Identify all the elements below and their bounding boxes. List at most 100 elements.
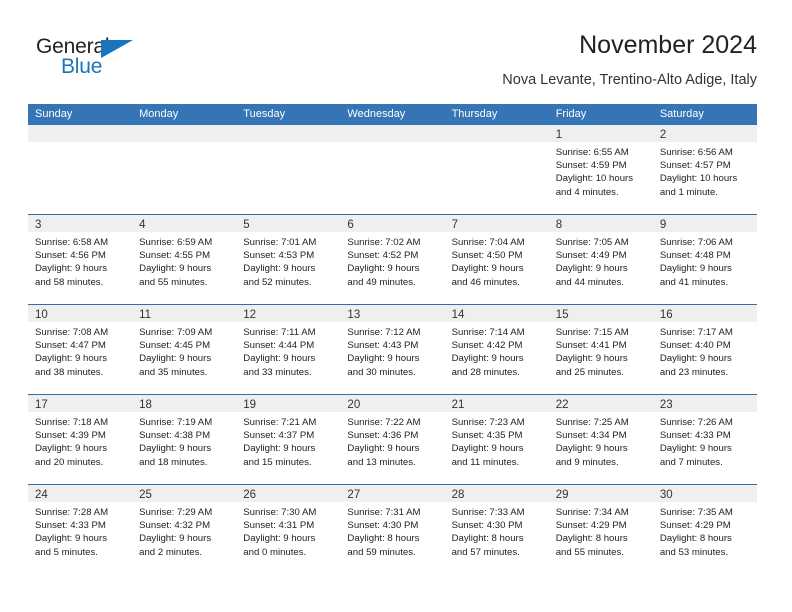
calendar-day-cell[interactable]: 4 Sunrise: 6:59 AM Sunset: 4:55 PM Daylight…	[132, 215, 237, 304]
sunrise-time: Sunrise: 7:26 AM	[659, 417, 733, 428]
day-number: 19	[243, 399, 257, 411]
calendar-day-cell[interactable]: 9 Sunrise: 7:06 AM Sunset: 4:48 PM Daylight…	[652, 215, 757, 304]
daylight-duration-line2: and 38 minutes.	[35, 366, 104, 378]
sunset-time: Sunset: 4:33 PM	[35, 520, 106, 532]
daylight-duration-line1: Daylight: 9 hours	[35, 353, 107, 365]
daylight-duration-line1: Daylight: 9 hours	[555, 443, 628, 455]
day-sun-info: Sunrise: 7:33 AM Sunset: 4:30 PM Daylight:…	[445, 502, 549, 559]
calendar-week-row: 1 Sunrise: 6:55 AM Sunset: 4:59 PM Daylight…	[28, 125, 757, 214]
sunset-time: Sunset: 4:45 PM	[139, 340, 211, 352]
weekday-header-tuesday: Tuesday	[243, 108, 286, 120]
calendar-day-cell[interactable]: 22 Sunrise: 7:25 AM Sunset: 4:34 PM Dayligh…	[548, 395, 653, 484]
sunrise-time: Sunrise: 7:21 AM	[243, 417, 317, 428]
day-number-band: 15	[548, 305, 653, 322]
sunset-time: Sunset: 4:32 PM	[139, 520, 211, 532]
calendar-day-cell[interactable]: 29 Sunrise: 7:34 AM Sunset: 4:29 PM Dayligh…	[548, 485, 653, 574]
calendar-day-cell[interactable]: 26 Sunrise: 7:30 AM Sunset: 4:31 PM Dayligh…	[236, 485, 341, 574]
sunrise-time: Sunrise: 6:55 AM	[555, 147, 629, 158]
calendar-day-cell[interactable]: 27 Sunrise: 7:31 AM Sunset: 4:30 PM Dayligh…	[340, 485, 445, 574]
calendar-day-cell[interactable]: 7 Sunrise: 7:04 AM Sunset: 4:50 PM Daylight…	[444, 215, 549, 304]
daylight-duration-line1: Daylight: 9 hours	[659, 353, 732, 365]
daylight-duration-line2: and 15 minutes.	[243, 456, 312, 468]
page-header: General Blue November 2024 Nova Levante,…	[0, 0, 792, 100]
calendar-day-cell[interactable]: 17 Sunrise: 7:18 AM Sunset: 4:39 PM Dayligh…	[28, 395, 133, 484]
daylight-duration-line2: and 55 minutes.	[139, 276, 208, 288]
calendar-day-cell[interactable]: 6 Sunrise: 7:02 AM Sunset: 4:52 PM Daylight…	[340, 215, 445, 304]
daylight-duration-line2: and 30 minutes.	[347, 366, 416, 378]
calendar-day-cell[interactable]: 11 Sunrise: 7:09 AM Sunset: 4:45 PM Dayligh…	[132, 305, 237, 394]
calendar-day-cell[interactable]: 16 Sunrise: 7:17 AM Sunset: 4:40 PM Dayligh…	[652, 305, 757, 394]
day-sun-info: Sunrise: 7:15 AM Sunset: 4:41 PM Daylight:…	[549, 322, 653, 379]
page-title: November 2024	[579, 31, 757, 59]
day-number: 17	[35, 399, 48, 411]
calendar-day-cell[interactable]: 20 Sunrise: 7:22 AM Sunset: 4:36 PM Dayligh…	[340, 395, 445, 484]
weekday-header-row: Sunday Monday Tuesday Wednesday Thursday…	[28, 104, 757, 125]
calendar-day-cell[interactable]: 2 Sunrise: 6:56 AM Sunset: 4:57 PM Daylight…	[652, 125, 757, 214]
calendar-day-cell[interactable]: 18 Sunrise: 7:19 AM Sunset: 4:38 PM Dayligh…	[132, 395, 237, 484]
calendar-day-cell[interactable]: 8 Sunrise: 7:05 AM Sunset: 4:49 PM Daylight…	[548, 215, 653, 304]
daylight-duration-line1: Daylight: 9 hours	[243, 263, 316, 275]
daylight-duration-line1: Daylight: 8 hours	[347, 533, 420, 545]
daylight-duration-line1: Daylight: 8 hours	[451, 533, 524, 545]
day-sun-info: Sunrise: 7:09 AM Sunset: 4:45 PM Daylight:…	[132, 322, 236, 379]
sunset-time: Sunset: 4:44 PM	[243, 340, 315, 352]
day-number-band: 24	[28, 485, 133, 502]
sunset-time: Sunset: 4:31 PM	[243, 520, 315, 532]
daylight-duration-line2: and 55 minutes.	[555, 546, 624, 558]
daylight-duration-line2: and 49 minutes.	[347, 276, 416, 288]
day-sun-info: Sunrise: 6:59 AM Sunset: 4:55 PM Daylight:…	[132, 232, 236, 289]
day-number: 30	[659, 489, 673, 501]
daylight-duration-line1: Daylight: 10 hours	[555, 173, 634, 185]
calendar-day-cell[interactable]: 19 Sunrise: 7:21 AM Sunset: 4:37 PM Dayligh…	[236, 395, 341, 484]
daylight-duration-line2: and 41 minutes.	[659, 276, 729, 288]
day-sun-info: Sunrise: 7:02 AM Sunset: 4:52 PM Daylight:…	[340, 232, 444, 289]
day-number: 29	[555, 489, 569, 501]
calendar-day-cell[interactable]: 15 Sunrise: 7:15 AM Sunset: 4:41 PM Dayligh…	[548, 305, 653, 394]
calendar-day-cell[interactable]: 10 Sunrise: 7:08 AM Sunset: 4:47 PM Dayligh…	[28, 305, 133, 394]
sunset-time: Sunset: 4:52 PM	[347, 250, 419, 262]
calendar-day-cell[interactable]: 23 Sunrise: 7:26 AM Sunset: 4:33 PM Dayligh…	[652, 395, 757, 484]
calendar-day-cell[interactable]: 3 Sunrise: 6:58 AM Sunset: 4:56 PM Daylight…	[28, 215, 133, 304]
calendar-day-cell[interactable]: 1 Sunrise: 6:55 AM Sunset: 4:59 PM Daylight…	[548, 125, 653, 214]
day-number-band: 7	[444, 215, 549, 232]
sunrise-time: Sunrise: 7:35 AM	[659, 507, 733, 518]
sunrise-time: Sunrise: 7:30 AM	[243, 507, 317, 518]
day-sun-info: Sunrise: 7:06 AM Sunset: 4:48 PM Daylight:…	[653, 232, 757, 289]
title-block: November 2024 Nova Levante, Trentino-Alt…	[502, 30, 757, 90]
day-number-band: 1	[548, 125, 653, 142]
daylight-duration-line2: and 7 minutes.	[659, 456, 723, 468]
daylight-duration-line1: Daylight: 9 hours	[555, 353, 628, 365]
calendar-day-cell[interactable]: 30 Sunrise: 7:35 AM Sunset: 4:29 PM Dayligh…	[652, 485, 757, 574]
calendar-day-cell[interactable]: 25 Sunrise: 7:29 AM Sunset: 4:32 PM Dayligh…	[132, 485, 237, 574]
daylight-duration-line2: and 20 minutes.	[35, 456, 104, 468]
day-number-band: 25	[132, 485, 237, 502]
calendar-day-cell[interactable]: 21 Sunrise: 7:23 AM Sunset: 4:35 PM Dayligh…	[444, 395, 549, 484]
day-number: 9	[659, 219, 667, 231]
day-number: 5	[243, 219, 250, 231]
daylight-duration-line2: and 25 minutes.	[555, 366, 624, 378]
weekday-header-saturday: Saturday	[659, 108, 704, 120]
calendar-day-cell[interactable]: 14 Sunrise: 7:14 AM Sunset: 4:42 PM Dayligh…	[444, 305, 549, 394]
sunset-time: Sunset: 4:42 PM	[451, 340, 523, 352]
calendar-day-cell[interactable]: 24 Sunrise: 7:28 AM Sunset: 4:33 PM Dayligh…	[28, 485, 133, 574]
calendar-day-cell[interactable]: 13 Sunrise: 7:12 AM Sunset: 4:43 PM Dayligh…	[340, 305, 445, 394]
calendar-day-cell[interactable]: 28 Sunrise: 7:33 AM Sunset: 4:30 PM Dayligh…	[444, 485, 549, 574]
daylight-duration-line2: and 35 minutes.	[139, 366, 208, 378]
daylight-duration-line1: Daylight: 8 hours	[659, 533, 732, 545]
daylight-duration-line2: and 33 minutes.	[243, 366, 312, 378]
day-number: 16	[659, 309, 673, 321]
daylight-duration-line1: Daylight: 9 hours	[451, 263, 524, 275]
calendar-day-cell[interactable]: 5 Sunrise: 7:01 AM Sunset: 4:53 PM Daylight…	[236, 215, 341, 304]
general-blue-logo[interactable]: General Blue	[36, 36, 236, 86]
logo-triangle-icon	[101, 40, 133, 58]
sunrise-time: Sunrise: 7:01 AM	[243, 237, 317, 248]
sunset-time: Sunset: 4:41 PM	[555, 340, 627, 352]
day-sun-info: Sunrise: 7:04 AM Sunset: 4:50 PM Daylight:…	[445, 232, 549, 289]
day-sun-info: Sunrise: 7:19 AM Sunset: 4:38 PM Daylight:…	[132, 412, 236, 469]
sunrise-time: Sunrise: 7:17 AM	[659, 327, 733, 338]
day-number-band: 11	[132, 305, 237, 322]
daylight-duration-line2: and 1 minute.	[659, 186, 718, 198]
calendar-day-cell[interactable]: 12 Sunrise: 7:11 AM Sunset: 4:44 PM Dayligh…	[236, 305, 341, 394]
day-number: 22	[555, 399, 569, 411]
sunrise-time: Sunrise: 6:59 AM	[139, 237, 213, 248]
